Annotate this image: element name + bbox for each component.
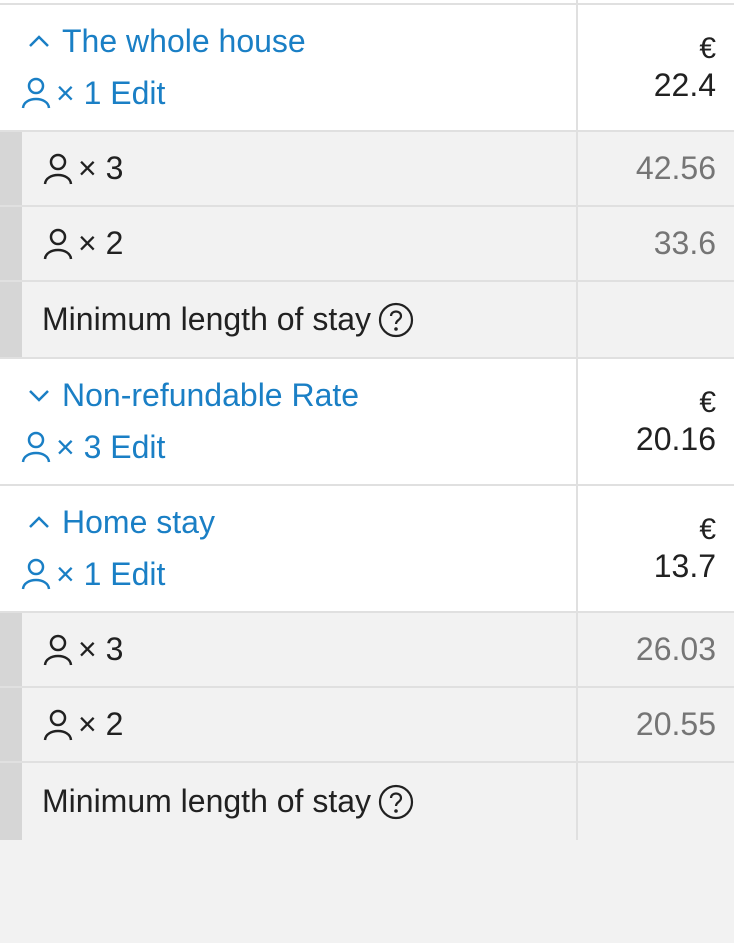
sub-price: 33.6	[653, 225, 716, 261]
occupancy-line: × 1 Edit	[20, 73, 576, 113]
rate-header-home-stay: Home stay × 1 Edit € 13.7	[0, 486, 734, 613]
sub-price: 42.56	[635, 150, 716, 186]
rate-header-non-refundable: Non-refundable Rate × 3 Edit € 20.16	[0, 359, 734, 486]
rate-price: 20.16	[635, 420, 716, 457]
currency-symbol: €	[699, 31, 716, 65]
person-icon	[20, 76, 52, 110]
rate-title-toggle[interactable]: The whole house	[20, 21, 576, 61]
rate-title-toggle[interactable]: Non-refundable Rate	[20, 375, 576, 415]
rate-title-toggle[interactable]: Home stay	[20, 502, 576, 542]
sub-occupancy: × 2	[78, 706, 124, 742]
edit-link[interactable]: Edit	[110, 75, 165, 112]
chevron-up-icon	[26, 28, 62, 54]
rate-title: Home stay	[62, 503, 215, 540]
occupancy-count: × 1	[56, 555, 102, 592]
currency-symbol: €	[699, 512, 716, 546]
person-icon	[42, 633, 74, 667]
sub-rate-row: × 2 33.6	[0, 207, 734, 282]
person-icon	[42, 227, 74, 261]
rate-table: The whole house × 1 Edit € 22.4 × 3 42.5…	[0, 0, 734, 943]
currency-symbol: €	[699, 385, 716, 419]
sub-price: 26.03	[635, 631, 716, 667]
occupancy-count: × 1	[56, 74, 102, 111]
empty-area	[0, 840, 734, 943]
occupancy-count: × 3	[56, 428, 102, 465]
min-stay-label: Minimum length of stay	[42, 301, 372, 337]
rate-price: 22.4	[653, 66, 716, 103]
occupancy-line: × 3 Edit	[20, 427, 576, 467]
sub-rate-row: × 3 42.56	[0, 132, 734, 207]
min-stay-label: Minimum length of stay	[42, 783, 372, 819]
person-icon	[42, 152, 74, 186]
edit-link[interactable]: Edit	[110, 556, 165, 593]
help-icon[interactable]	[377, 783, 415, 821]
person-icon	[42, 708, 74, 742]
sub-occupancy: × 3	[78, 150, 124, 186]
occupancy-line: × 1 Edit	[20, 554, 576, 594]
person-icon	[20, 557, 52, 591]
sub-rate-row: × 3 26.03	[0, 613, 734, 688]
chevron-up-icon	[26, 509, 62, 535]
edit-link[interactable]: Edit	[110, 429, 165, 466]
rate-price: 13.7	[653, 547, 716, 584]
sub-occupancy: × 3	[78, 631, 124, 667]
sub-rate-row: × 2 20.55	[0, 688, 734, 763]
min-stay-row: Minimum length of stay	[0, 763, 734, 840]
rate-title: Non-refundable Rate	[62, 376, 360, 413]
sub-occupancy: × 2	[78, 225, 124, 261]
sub-price: 20.55	[635, 706, 716, 742]
rate-title: The whole house	[62, 22, 306, 59]
chevron-down-icon	[26, 382, 62, 408]
min-stay-row: Minimum length of stay	[0, 282, 734, 359]
rate-header-whole-house: The whole house × 1 Edit € 22.4	[0, 5, 734, 132]
help-icon[interactable]	[377, 301, 415, 339]
person-icon	[20, 430, 52, 464]
